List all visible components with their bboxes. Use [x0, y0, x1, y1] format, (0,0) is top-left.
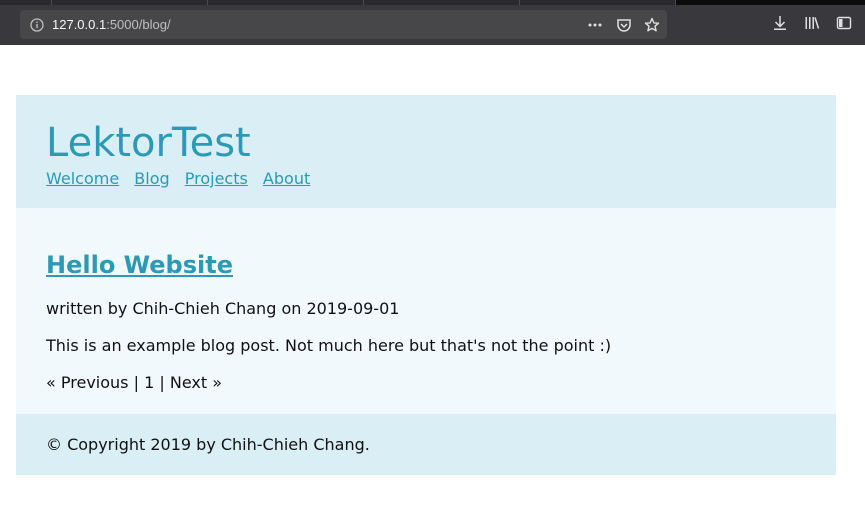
pagination-separator: |	[133, 373, 139, 392]
bookmark-star-icon[interactable]	[644, 17, 660, 33]
site-nav: Welcome Blog Projects About	[46, 169, 806, 189]
browser-tab[interactable]	[364, 0, 520, 5]
pocket-icon[interactable]	[616, 17, 632, 33]
site-footer: © Copyright 2019 by Chih-Chieh Chang.	[16, 414, 836, 475]
address-bar[interactable]: 127.0.0.1:5000/blog/	[20, 10, 667, 39]
page-container: LektorTest Welcome Blog Projects About H…	[16, 95, 836, 475]
more-icon[interactable]	[587, 17, 603, 33]
current-page: 1	[144, 373, 155, 392]
sidebar-icon[interactable]	[836, 15, 852, 31]
nav-link-welcome[interactable]: Welcome	[46, 169, 119, 188]
nav-link-projects[interactable]: Projects	[185, 169, 248, 188]
next-link[interactable]: Next »	[170, 373, 222, 392]
post-meta: written by Chih-Chieh Chang on 2019-09-0…	[46, 299, 400, 318]
library-icon[interactable]	[804, 15, 820, 31]
url-text[interactable]: 127.0.0.1:5000/blog/	[52, 17, 171, 32]
previous-link[interactable]: « Previous	[46, 373, 129, 392]
browser-tab[interactable]	[0, 0, 52, 5]
browser-tab[interactable]	[520, 0, 676, 5]
tab-strip	[0, 0, 865, 5]
browser-tab[interactable]	[208, 0, 364, 5]
browser-tab[interactable]	[52, 0, 208, 5]
main-content: Hello Website written by Chih-Chieh Chan…	[16, 208, 836, 414]
browser-toolbar: 127.0.0.1:5000/blog/	[0, 0, 865, 45]
url-path: :5000/blog/	[106, 17, 171, 32]
copyright-text: © Copyright 2019 by Chih-Chieh Chang.	[46, 435, 370, 454]
post-body: This is an example blog post. Not much h…	[46, 336, 612, 355]
url-host: 127.0.0.1	[52, 17, 107, 32]
info-icon[interactable]	[30, 17, 44, 32]
pagination: « Previous | 1 | Next »	[46, 373, 806, 393]
download-icon[interactable]	[772, 15, 788, 31]
site-header: LektorTest Welcome Blog Projects About	[16, 95, 836, 208]
pagination-separator: |	[159, 373, 165, 392]
post-title-link[interactable]: Hello Website	[46, 250, 233, 280]
nav-link-blog[interactable]: Blog	[134, 169, 169, 188]
site-title[interactable]: LektorTest	[46, 119, 806, 167]
nav-link-about[interactable]: About	[263, 169, 310, 188]
